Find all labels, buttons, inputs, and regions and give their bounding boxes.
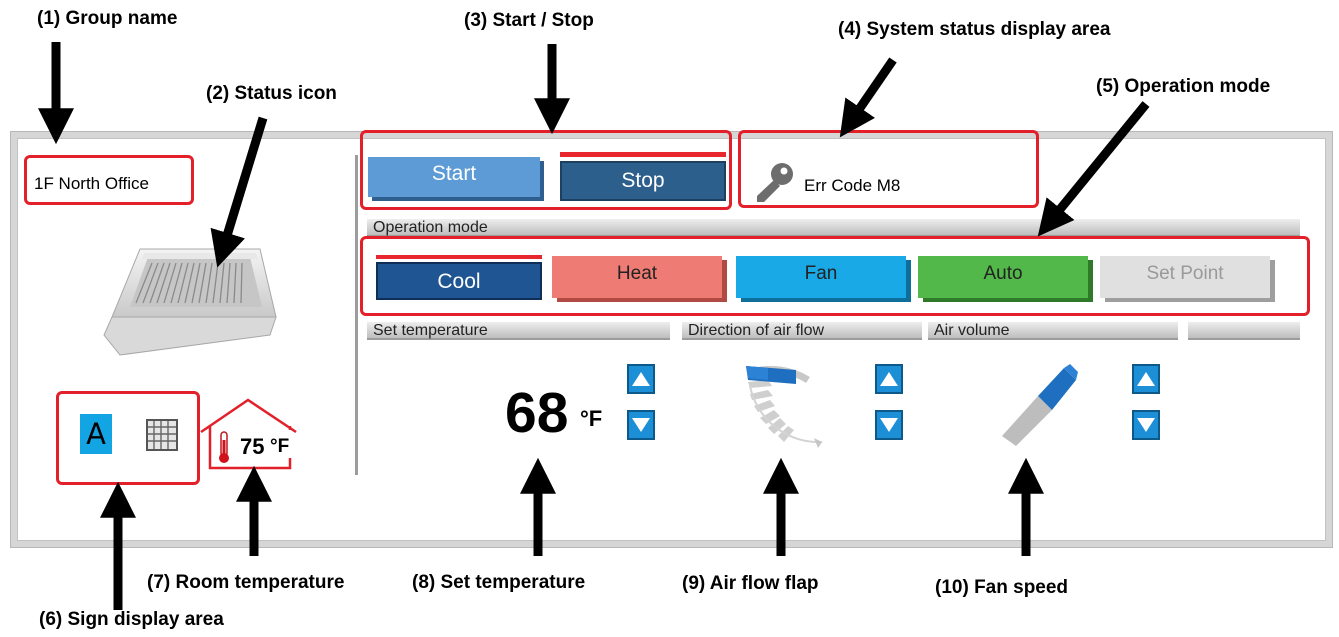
up-triangle-icon	[632, 372, 650, 386]
highlight-operation-mode	[360, 236, 1310, 316]
set-temperature-header: Set temperature	[367, 322, 670, 340]
down-triangle-icon	[1137, 418, 1155, 432]
room-temperature-unit: °F	[270, 436, 290, 457]
highlight-start-stop	[360, 130, 732, 210]
air-volume-header: Air volume	[928, 322, 1178, 340]
callout-air-flow-flap: (9) Air flow flap	[682, 573, 819, 594]
fan-speed-down-button[interactable]	[1132, 410, 1160, 440]
callout-sign-display: (6) Sign display area	[39, 609, 224, 630]
arrow-system-status	[839, 57, 897, 138]
air-flow-header: Direction of air flow	[682, 322, 922, 340]
up-triangle-icon	[1137, 372, 1155, 386]
blank-header	[1188, 322, 1300, 340]
callout-status-icon: (2) Status icon	[206, 83, 337, 104]
set-temperature-unit: °F	[580, 406, 603, 431]
ceiling-cassette-unit-icon	[100, 245, 280, 360]
air-flow-down-button[interactable]	[875, 410, 903, 440]
callout-room-temperature: (7) Room temperature	[147, 572, 345, 593]
fan-speed-up-button[interactable]	[1132, 364, 1160, 394]
flap-direction-icon	[738, 360, 838, 450]
down-triangle-icon	[880, 418, 898, 432]
callout-set-temperature: (8) Set temperature	[412, 572, 586, 593]
air-flow-up-button[interactable]	[875, 364, 903, 394]
set-temp-down-button[interactable]	[627, 410, 655, 440]
fan-speed-icon	[990, 362, 1080, 448]
operation-mode-header: Operation mode	[367, 219, 1300, 237]
up-triangle-icon	[880, 372, 898, 386]
callout-system-status: (4) System status display area	[838, 19, 1111, 40]
panel-divider	[355, 155, 358, 475]
callout-start-stop: (3) Start / Stop	[464, 10, 594, 31]
set-temperature-value: 68	[505, 381, 569, 445]
set-temp-up-button[interactable]	[627, 364, 655, 394]
highlight-sign-display	[56, 391, 200, 485]
down-triangle-icon	[632, 418, 650, 432]
callout-fan-speed: (10) Fan speed	[935, 577, 1069, 598]
highlight-group-name	[24, 155, 194, 205]
highlight-system-status	[738, 130, 1039, 208]
callout-operation-mode: (5) Operation mode	[1096, 76, 1271, 97]
room-temperature-value: 75	[240, 434, 265, 459]
callout-group-name: (1) Group name	[37, 8, 178, 29]
